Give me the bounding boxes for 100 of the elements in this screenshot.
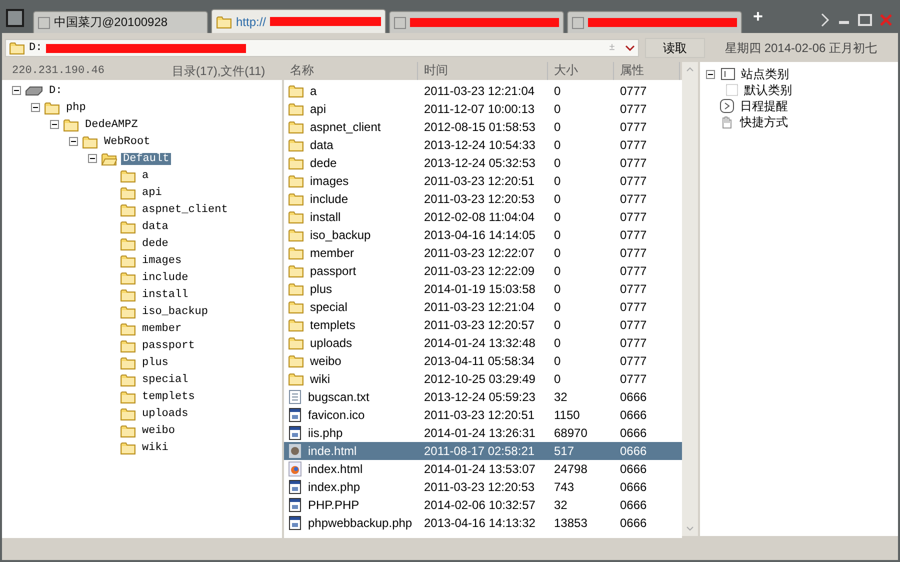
- collapse-toggle[interactable]: [88, 154, 97, 163]
- file-row[interactable]: bugscan.txt 2013-12-24 05:59:23 32 0666: [284, 388, 682, 406]
- file-row[interactable]: special 2011-03-23 12:21:04 0 0777: [284, 298, 682, 316]
- folder-icon: [120, 424, 136, 438]
- menu-icon[interactable]: [6, 9, 24, 27]
- file-row[interactable]: inde.html 2011-08-17 02:58:21 517 0666: [284, 442, 682, 460]
- folder-icon: [120, 356, 136, 370]
- dropdown-icon[interactable]: [625, 45, 635, 51]
- browser-tab[interactable]: [389, 11, 564, 33]
- file-row[interactable]: phpwebbackup.php 2013-04-16 14:13:32 13853 0666: [284, 514, 682, 532]
- file-attributes: 0666: [619, 390, 648, 404]
- collapse-toggle[interactable]: [706, 70, 715, 78]
- file-size: 0: [553, 192, 562, 206]
- tree-item[interactable]: plus: [140, 356, 170, 368]
- file-name: member: [310, 246, 354, 260]
- file-row[interactable]: aspnet_client 2012-08-15 01:58:53 0 0777: [284, 118, 682, 136]
- tree-item[interactable]: dede: [140, 238, 170, 250]
- collapse-toggle[interactable]: [69, 137, 78, 146]
- drive-icon: [25, 86, 43, 96]
- file-row[interactable]: images 2011-03-23 12:20:51 0 0777: [284, 172, 682, 190]
- page-icon: [726, 84, 738, 96]
- file-attributes: 0777: [619, 264, 648, 278]
- file-time: 2014-01-19 15:03:58: [423, 282, 536, 296]
- file-row[interactable]: passport 2011-03-23 12:22:09 0 0777: [284, 262, 682, 280]
- file-row[interactable]: index.php 2011-03-23 12:20:53 743 0666: [284, 478, 682, 496]
- file-row[interactable]: uploads 2014-01-24 13:32:48 0 0777: [284, 334, 682, 352]
- tree-item[interactable]: DedeAMPZ: [83, 118, 140, 130]
- file-size: 24798: [553, 462, 588, 476]
- file-row[interactable]: index.html 2014-01-24 13:53:07 24798 0666: [284, 460, 682, 478]
- sidebar-item[interactable]: 快捷方式: [740, 114, 788, 130]
- folder-icon: [120, 168, 136, 182]
- collapse-toggle[interactable]: [31, 103, 40, 112]
- tree-item[interactable]: member: [140, 322, 184, 334]
- folder-icon: [120, 440, 136, 454]
- file-row[interactable]: weibo 2013-04-11 05:58:34 0 0777: [284, 352, 682, 370]
- browser-tab[interactable]: 中国菜刀@20100928: [33, 11, 208, 33]
- file-name: index.php: [308, 480, 360, 494]
- file-size: 0: [553, 246, 562, 260]
- file-attributes: 0777: [619, 372, 648, 386]
- tree-item[interactable]: iso_backup: [140, 306, 210, 318]
- file-row[interactable]: member 2011-03-23 12:22:07 0 0777: [284, 244, 682, 262]
- file-row[interactable]: iis.php 2014-01-24 13:26:31 68970 0666: [284, 424, 682, 442]
- file-row[interactable]: templets 2011-03-23 12:20:57 0 0777: [284, 316, 682, 334]
- file-attributes: 0666: [619, 480, 648, 494]
- collapse-toggle[interactable]: [50, 120, 59, 129]
- chevron-right-icon[interactable]: [820, 13, 830, 27]
- file-name: special: [310, 300, 348, 314]
- tree-item[interactable]: install: [140, 288, 190, 300]
- sidebar-item[interactable]: 站点类别: [741, 66, 789, 82]
- sidebar-item[interactable]: 日程提醒: [740, 98, 788, 114]
- file-size: 0: [553, 282, 562, 296]
- file-row[interactable]: dede 2013-12-24 05:32:53 0 0777: [284, 154, 682, 172]
- read-button[interactable]: 读取: [645, 38, 705, 58]
- browser-tab[interactable]: [567, 11, 742, 33]
- file-attributes: 0777: [619, 120, 648, 134]
- file-name: dede: [310, 156, 337, 170]
- file-row[interactable]: include 2011-03-23 12:20:53 0 0777: [284, 190, 682, 208]
- tree-item[interactable]: templets: [140, 390, 197, 402]
- page-icon: [38, 16, 50, 28]
- tree-item[interactable]: data: [140, 220, 170, 232]
- file-row[interactable]: iso_backup 2013-04-16 14:14:05 0 0777: [284, 226, 682, 244]
- tree-item[interactable]: api: [140, 186, 164, 198]
- file-row[interactable]: a 2011-03-23 12:21:04 0 0777: [284, 82, 682, 100]
- path-field[interactable]: D: ±: [5, 39, 639, 57]
- folder-icon: [120, 186, 136, 200]
- file-attributes: 0777: [619, 228, 648, 242]
- file-row[interactable]: install 2012-02-08 11:04:04 0 0777: [284, 208, 682, 226]
- browser-tab[interactable]: http://: [211, 9, 386, 33]
- tree-item[interactable]: WebRoot: [102, 136, 152, 148]
- tree-item[interactable]: passport: [140, 340, 197, 352]
- tree-item[interactable]: a: [140, 170, 151, 182]
- file-row[interactable]: plus 2014-01-19 15:03:58 0 0777: [284, 280, 682, 298]
- file-attributes: 0666: [619, 516, 648, 530]
- folder-icon: [120, 270, 136, 284]
- tree-item[interactable]: weibo: [140, 424, 178, 436]
- file-row[interactable]: data 2013-12-24 10:54:33 0 0777: [284, 136, 682, 154]
- tree-item[interactable]: aspnet_client: [140, 204, 230, 216]
- file-row[interactable]: api 2011-12-07 10:00:13 0 0777: [284, 100, 682, 118]
- tree-item[interactable]: Default: [121, 152, 172, 164]
- file-name: inde.html: [308, 444, 357, 458]
- file-name: phpwebbackup.php: [308, 516, 412, 530]
- file-time: 2011-03-23 12:20:51: [423, 174, 536, 188]
- tree-item[interactable]: include: [140, 272, 190, 284]
- tree-item[interactable]: D:: [47, 84, 64, 96]
- file-row[interactable]: PHP.PHP 2014-02-06 10:32:57 32 0666: [284, 496, 682, 514]
- tree-item[interactable]: uploads: [140, 408, 190, 420]
- tree-item[interactable]: php: [64, 102, 88, 114]
- file-name: passport: [310, 264, 356, 278]
- maximize-icon[interactable]: [858, 14, 872, 26]
- tree-item[interactable]: images: [140, 254, 184, 266]
- date-label: 星期四 2014-02-06 正月初七: [725, 40, 878, 56]
- file-row[interactable]: wiki 2012-10-25 03:29:49 0 0777: [284, 370, 682, 388]
- sidebar-item[interactable]: 默认类别: [744, 82, 792, 98]
- tree-item[interactable]: special: [140, 374, 190, 386]
- new-tab-button[interactable]: +: [753, 7, 763, 27]
- collapse-toggle[interactable]: [12, 86, 21, 95]
- file-row[interactable]: favicon.ico 2011-03-23 12:20:51 1150 0666: [284, 406, 682, 424]
- tree-item[interactable]: wiki: [140, 442, 170, 454]
- folder-icon: [120, 322, 136, 336]
- folder-icon: [120, 338, 136, 352]
